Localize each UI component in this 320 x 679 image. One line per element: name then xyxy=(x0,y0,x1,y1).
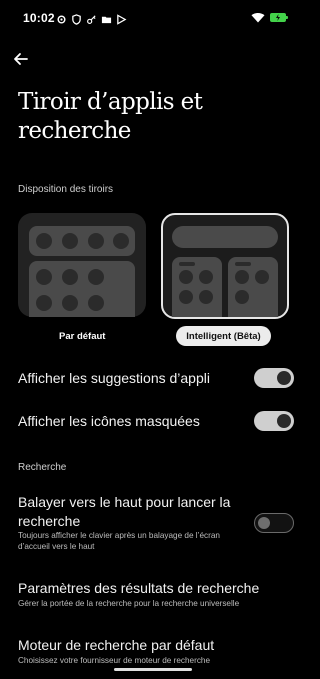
search-results-settings-subtitle: Gérer la portée de la recherche pour la … xyxy=(18,599,240,608)
swipe-up-search-toggle[interactable] xyxy=(254,513,294,533)
play-store-icon xyxy=(117,13,127,25)
drawer-preview-search xyxy=(172,226,278,248)
app-suggestions-toggle[interactable] xyxy=(254,368,294,388)
layout-option-smart-label[interactable]: Intelligent (Bêta) xyxy=(176,326,271,346)
drawer-preview-grid xyxy=(29,261,135,317)
settings-gear-icon xyxy=(57,14,66,24)
folder-icon xyxy=(101,16,112,23)
drawer-preview-folder xyxy=(228,257,278,317)
battery-charging-icon xyxy=(270,13,288,22)
default-search-engine-subtitle: Choisissez votre fournisseur de moteur d… xyxy=(18,656,211,665)
status-notification-icons xyxy=(56,12,127,26)
section-header-search: Recherche xyxy=(18,462,67,473)
wifi-icon xyxy=(251,12,265,23)
status-time: 10:02 xyxy=(23,11,55,25)
section-header-drawer-layout: Disposition des tiroirs xyxy=(18,184,114,195)
arrow-left-icon[interactable] xyxy=(12,50,30,68)
swipe-up-search-subtitle: Toujours afficher le clavier après un ba… xyxy=(18,531,220,551)
drawer-preview-folder xyxy=(172,257,222,317)
layout-option-smart[interactable] xyxy=(161,213,289,319)
layout-option-default-label[interactable]: Par défaut xyxy=(59,331,105,342)
vpn-key-icon xyxy=(87,14,96,24)
gesture-nav-handle[interactable] xyxy=(114,668,192,671)
hidden-icons-toggle[interactable] xyxy=(254,411,294,431)
hidden-icons-label[interactable]: Afficher les icônes masquées xyxy=(18,413,200,429)
shield-icon xyxy=(72,13,81,25)
drawer-preview-row xyxy=(29,226,135,256)
layout-option-default[interactable] xyxy=(18,213,146,317)
search-results-settings-title[interactable]: Paramètres des résultats de recherche xyxy=(18,580,259,596)
status-right-icons xyxy=(251,12,288,23)
page-title: Tiroir d’applis et recherche xyxy=(18,89,203,144)
default-search-engine-title[interactable]: Moteur de recherche par défaut xyxy=(18,637,214,653)
app-suggestions-label[interactable]: Afficher les suggestions d’appli xyxy=(18,370,210,386)
swipe-up-search-title[interactable]: Balayer vers le haut pour lancer la rech… xyxy=(18,493,243,531)
status-bar: 10:02 xyxy=(0,0,306,36)
